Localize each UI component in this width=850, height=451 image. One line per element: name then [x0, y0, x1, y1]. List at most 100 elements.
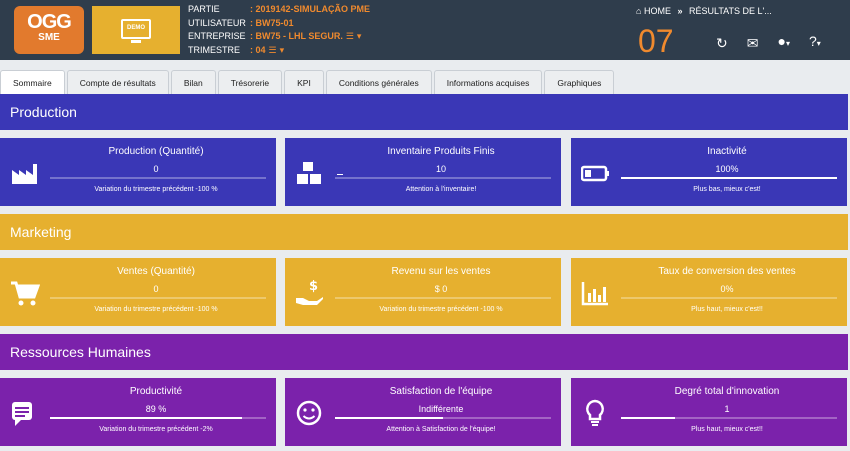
tab-kpi[interactable]: KPI: [284, 70, 324, 94]
tab-bar: Sommaire Compte de résultats Bilan Tréso…: [0, 70, 616, 95]
kpi-note: Variation du trimestre précédent -2%: [99, 426, 213, 433]
info-value: : BW75-01: [250, 17, 294, 28]
kpi-card: $ Revenu sur les ventes $ 0 Variation du…: [285, 258, 561, 326]
kpi-card: Inventaire Produits Finis 10 Attention à…: [285, 138, 561, 206]
kpi-value: 100%: [715, 164, 739, 174]
monitor-stand: [131, 40, 141, 43]
tab-tresorerie[interactable]: Trésorerie: [217, 70, 283, 94]
kpi-card: Taux de conversion des ventes 0% Plus ha…: [571, 258, 847, 326]
envelope-icon[interactable]: ✉: [747, 35, 759, 51]
kpi-progress-bar: [335, 417, 551, 419]
kpi-title: Taux de conversion des ventes: [658, 266, 796, 277]
section-marketing: Marketing: [0, 214, 848, 250]
kpi-progress-bar: [621, 297, 837, 299]
kpi-progress-fill: [50, 417, 243, 419]
tab-bilan[interactable]: Bilan: [170, 70, 216, 94]
help-menu-icon[interactable]: ?▾: [809, 33, 821, 52]
list-icon[interactable]: ☰: [269, 44, 277, 58]
kpi-value: 0: [153, 284, 159, 294]
kpi-value: 0: [153, 164, 159, 174]
info-row-entreprise[interactable]: ENTREPRISE : BW75 - LHL SEGUR. ☰ ▾: [188, 30, 370, 44]
kpi-title: Revenu sur les ventes: [391, 266, 491, 277]
info-value: : 2019142-SIMULAÇÃO PME: [250, 4, 371, 14]
caret-down-icon[interactable]: ▾: [280, 44, 285, 58]
kpi-note: Attention à Satisfaction de l'équipe!: [386, 426, 496, 433]
kpi-title: Production (Quantité): [108, 146, 204, 157]
kpi-value: $ 0: [434, 284, 448, 294]
kpi-title: Productivité: [129, 386, 183, 397]
kpi-note: Variation du trimestre précédent -100 %: [94, 306, 218, 313]
kpi-note: Plus haut, mieux c'est!!: [691, 306, 763, 313]
tab-informations-acquises[interactable]: Informations acquises: [433, 70, 543, 94]
info-label: TRIMESTRE: [188, 44, 241, 55]
logo-text: OGG: [27, 11, 72, 33]
kpi-card: Production (Quantité) 0 Variation du tri…: [0, 138, 276, 206]
kpi-progress-fill: [335, 417, 443, 419]
kpi-title: Satisfaction de l'équipe: [389, 386, 493, 397]
list-icon[interactable]: ☰: [346, 30, 354, 44]
tab-sommaire[interactable]: Sommaire: [0, 70, 65, 95]
kpi-title: Degré total d'innovation: [674, 386, 780, 397]
kpi-card: Ventes (Quantité) 0 Variation du trimest…: [0, 258, 276, 326]
tab-compte-de-resultats[interactable]: Compte de résultats: [66, 70, 169, 94]
kpi-title: Ventes (Quantité): [117, 266, 195, 277]
kpi-note: Variation du trimestre précédent -100 %: [379, 306, 503, 313]
header-toolbar: ↻ ✉ ●▾ ?▾: [716, 33, 840, 52]
section-ressources-humaines: Ressources Humaines: [0, 334, 848, 370]
kpi-title: Inactivité: [707, 146, 747, 157]
top-header: OGG SME DEMO PARTIE : 2019142-SIMULAÇÃO …: [0, 0, 850, 60]
demo-label: DEMO: [127, 25, 145, 31]
kpi-progress-bar: [50, 417, 266, 419]
breadcrumb-home[interactable]: HOME: [644, 6, 671, 16]
breadcrumb: ⌂ HOME » RÉSULTATS DE L'...: [636, 6, 772, 16]
home-icon[interactable]: ⌂: [636, 6, 641, 16]
tab-conditions-generales[interactable]: Conditions générales: [325, 70, 432, 94]
info-label: PARTIE: [188, 4, 220, 14]
kpi-progress-fill: [621, 417, 675, 419]
section-title: Production: [10, 104, 77, 120]
kpi-card: Inactivité 100% Plus bas, mieux c'est!: [571, 138, 847, 206]
progress-dash: [337, 174, 343, 175]
ogg-logo[interactable]: OGG SME: [14, 6, 84, 54]
section-title: Ressources Humaines: [10, 344, 151, 360]
info-row-utilisateur: UTILISATEUR : BW75-01: [188, 17, 370, 31]
svg-text:$: $: [309, 279, 318, 294]
breadcrumb-current: RÉSULTATS DE L'...: [689, 6, 772, 16]
tab-graphiques[interactable]: Graphiques: [544, 70, 615, 94]
breadcrumb-separator: »: [677, 6, 683, 16]
kpi-progress-bar: [335, 297, 551, 299]
kpi-note: Plus bas, mieux c'est!: [693, 186, 761, 193]
info-label: UTILISATEUR: [188, 17, 246, 28]
monitor-icon: DEMO: [121, 19, 151, 39]
quarter-selector[interactable]: : 04: [250, 44, 266, 58]
kpi-note: Attention à l'inventaire!: [405, 186, 477, 193]
info-row-trimestre[interactable]: TRIMESTRE : 04 ☰ ▾: [188, 44, 370, 58]
section-title: Marketing: [10, 224, 72, 240]
kpi-note: Variation du trimestre précédent -100 %: [94, 186, 218, 193]
caret-down-icon[interactable]: ▾: [357, 30, 362, 44]
kpi-card: Degré total d'innovation 1 Plus haut, mi…: [571, 378, 847, 446]
kpi-progress-bar: [50, 177, 266, 179]
kpi-card: Productivité 89 % Variation du trimestre…: [0, 378, 276, 446]
company-selector[interactable]: : BW75 - LHL SEGUR.: [250, 30, 343, 44]
kpi-value: 89 %: [145, 404, 167, 414]
kpi-progress-bar: [621, 417, 837, 419]
kpi-progress-fill: [621, 177, 837, 179]
info-label: ENTREPRISE: [188, 31, 246, 41]
session-info: PARTIE : 2019142-SIMULAÇÃO PME UTILISATE…: [188, 3, 370, 57]
demo-badge: DEMO: [92, 6, 180, 54]
kpi-value: 0%: [720, 284, 734, 294]
kpi-value: 1: [724, 404, 730, 414]
kpi-value: Indifférente: [418, 404, 464, 414]
quarter-number: 07: [638, 23, 674, 59]
kpi-progress-bar: [621, 177, 837, 179]
kpi-note: Plus haut, mieux c'est!!: [691, 426, 763, 433]
info-row-partie: PARTIE : 2019142-SIMULAÇÃO PME: [188, 3, 370, 17]
kpi-card: Satisfaction de l'équipe Indifférente At…: [285, 378, 561, 446]
refresh-icon[interactable]: ↻: [716, 35, 728, 51]
section-production: Production: [0, 94, 848, 130]
user-menu-icon[interactable]: ●▾: [777, 33, 789, 52]
kpi-title: Inventaire Produits Finis: [387, 146, 495, 157]
kpi-progress-bar: [50, 297, 266, 299]
kpi-progress-bar: [335, 177, 551, 179]
